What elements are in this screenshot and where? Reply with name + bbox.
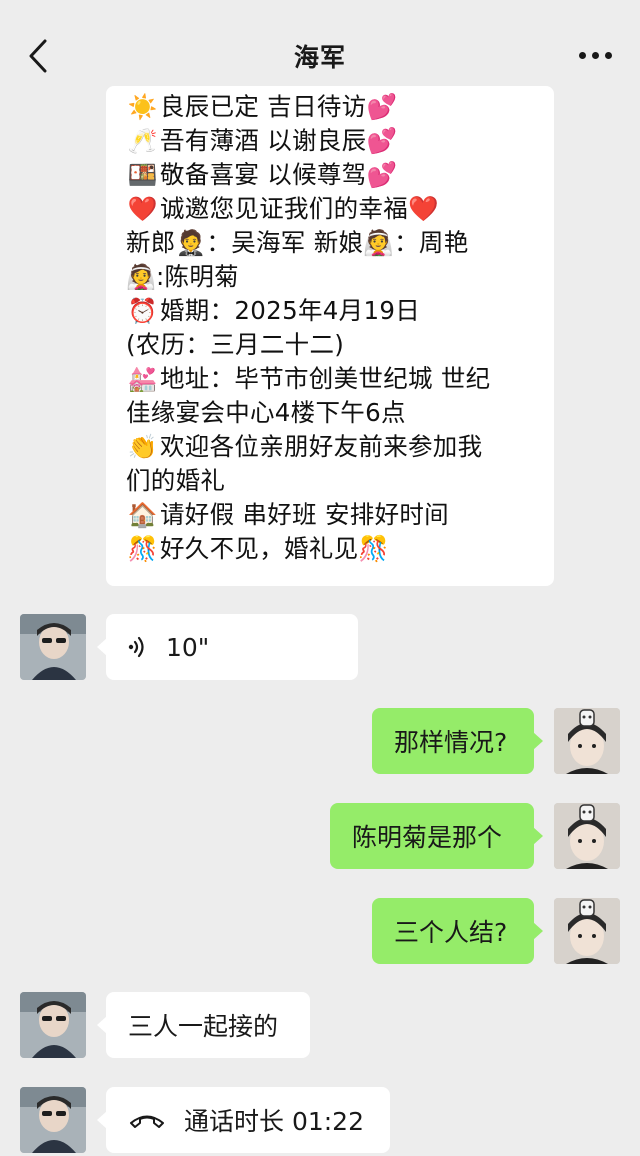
- sent-message-bubble[interactable]: 那样情况?: [372, 708, 543, 774]
- invitation-line: 💒 地址：毕节市创美世纪城 世纪: [126, 362, 540, 396]
- self-avatar-image: [554, 708, 620, 774]
- message-text: 三人一起接的: [128, 1012, 279, 1041]
- invitation-line: ❤️ 诚邀您见证我们的幸福 ❤️: [126, 192, 540, 226]
- chat-title: 海军: [293, 43, 346, 72]
- bride-icon: 👰: [126, 263, 157, 291]
- invitation-line: 🥂 吾有薄酒 以谢良辰 💕: [126, 124, 540, 158]
- call-duration: 通话时长 01:22: [184, 1107, 364, 1136]
- two-hearts-icon: 💕: [366, 92, 398, 121]
- contact-avatar[interactable]: [20, 992, 86, 1058]
- invitation-message-bubble[interactable]: ☀️ 良辰已定 吉日待访 💕 🥂 吾有薄酒 以谢良辰 💕 🍱 敬备喜宴 以候尊驾…: [106, 86, 554, 586]
- invitation-line: 佳缘宴会中心4楼下午6点: [126, 398, 406, 427]
- red-heart-icon: ❤️: [408, 194, 439, 223]
- invitation-line: 新郎🤵：吴海军 新娘👰：周艳: [126, 226, 540, 260]
- contact-avatar-image: [20, 614, 86, 680]
- message-text: 陈明菊是那个: [352, 823, 503, 852]
- invitation-line: ☀️ 良辰已定 吉日待访 💕: [126, 90, 540, 124]
- voice-icon: [128, 636, 148, 658]
- sent-message-bubble[interactable]: 三个人结?: [372, 898, 543, 964]
- invitation-line: 👏 欢迎各位亲朋好友前来参加我: [126, 430, 540, 464]
- invitation-line: 👰 :陈明菊: [126, 260, 540, 294]
- invitation-line: 🍱 敬备喜宴 以候尊驾 💕: [126, 158, 540, 192]
- message-text: 那样情况?: [394, 728, 508, 757]
- bento-box-icon: 🍱: [127, 161, 159, 189]
- champagne-glasses-icon: 🥂: [127, 127, 159, 155]
- invitation-line: (农历：三月二十二): [126, 330, 345, 359]
- two-hearts-icon: 💕: [366, 160, 398, 189]
- voice-duration: 10": [166, 632, 210, 662]
- invitation-line: 们的婚礼: [126, 466, 226, 495]
- sent-message-bubble[interactable]: 陈明菊是那个: [330, 803, 543, 869]
- more-options-button[interactable]: [572, 40, 618, 70]
- received-message-bubble[interactable]: 三人一起接的: [97, 992, 310, 1058]
- sun-icon: ☀️: [127, 93, 159, 121]
- invitation-line: 🏠 请好假 串好班 安排好时间: [126, 498, 540, 532]
- message-text: 三个人结?: [394, 918, 508, 947]
- invitation-line: ⏰ 婚期：2025年4月19日: [126, 294, 540, 328]
- phone-icon: [128, 1110, 166, 1130]
- groom-bride-line: 新郎🤵：吴海军 新娘👰：周艳: [126, 228, 469, 257]
- contact-avatar-image: [20, 1087, 86, 1153]
- self-avatar[interactable]: [554, 898, 620, 964]
- contact-avatar[interactable]: [20, 614, 86, 680]
- house-icon: 🏠: [127, 501, 159, 529]
- two-hearts-icon: 💕: [366, 126, 398, 155]
- alarm-clock-icon: ⏰: [127, 297, 159, 325]
- confetti-ball-icon: 🎊: [358, 534, 390, 563]
- red-heart-icon: ❤️: [127, 195, 159, 223]
- invitation-line: 🎊 好久不见，婚礼见 🎊: [126, 532, 540, 566]
- clapping-hands-icon: 👏: [127, 433, 159, 461]
- self-avatar-image: [554, 803, 620, 869]
- self-avatar[interactable]: [554, 803, 620, 869]
- ellipsis-icon: [578, 51, 586, 59]
- contact-avatar-image: [20, 992, 86, 1058]
- confetti-ball-icon: 🎊: [127, 535, 159, 563]
- wedding-chapel-icon: 💒: [127, 365, 159, 393]
- self-avatar[interactable]: [554, 708, 620, 774]
- call-record-bubble[interactable]: 通话时长 01:22: [97, 1087, 390, 1153]
- voice-message-bubble[interactable]: 10": [97, 614, 358, 680]
- self-avatar-image: [554, 898, 620, 964]
- contact-avatar[interactable]: [20, 1087, 86, 1153]
